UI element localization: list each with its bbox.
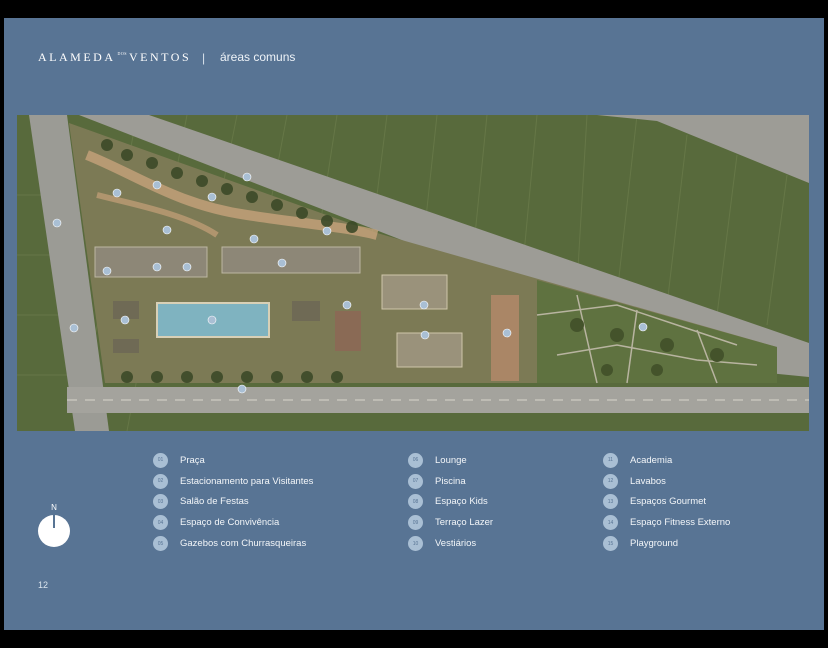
compass-needle-icon — [53, 515, 55, 528]
legend-number-badge: 11 — [603, 452, 618, 468]
legend-number-badge: 08 — [408, 494, 423, 510]
legend-column-1: 01 Praça 02 Estacionamento para Visitant… — [153, 450, 313, 554]
legend-label: Playground — [630, 538, 679, 550]
legend-label: Espaço Fitness Externo — [630, 517, 731, 529]
legend-item: 09 Terraço Lazer — [408, 512, 493, 533]
legend-number-badge: 14 — [603, 515, 618, 531]
legend-number-badge: 06 — [408, 452, 423, 468]
legend-item: 05 Gazebos com Churrasqueiras — [153, 533, 313, 554]
site-plan-image — [17, 115, 809, 431]
legend-label: Espaços Gourmet — [630, 496, 707, 508]
legend-number-badge: 05 — [153, 536, 168, 552]
legend-number-badge: 15 — [603, 536, 618, 552]
legend-label: Salão de Festas — [180, 496, 249, 508]
legend-label: Praça — [180, 454, 205, 466]
legend-item: 06 Lounge — [408, 450, 493, 471]
legend-label: Vestiários — [435, 538, 477, 550]
legend-label: Terraço Lazer — [435, 517, 494, 529]
legend-item: 04 Espaço de Convivência — [153, 512, 313, 533]
legend-item: 15 Playground — [603, 533, 730, 554]
legend-label: Lavabos — [630, 475, 666, 487]
legend-number-badge: 07 — [408, 473, 423, 489]
legend-column-2: 06 Lounge 07 Piscina 08 Espaço Kids 09 T… — [408, 450, 493, 554]
site-plan-illustration — [17, 115, 809, 431]
page-number: 12 — [38, 580, 49, 590]
legend-label: Espaço de Convivência — [180, 517, 280, 529]
brochure-page: ALAMEDA DOS VENTOS | áreas comuns 01 Pra… — [4, 18, 824, 630]
legend-number-badge: 09 — [408, 515, 423, 531]
legend-number-badge: 03 — [153, 494, 168, 510]
legend-label: Lounge — [435, 454, 467, 466]
legend-item: 02 Estacionamento para Visitantes — [153, 471, 313, 492]
legend-label: Espaço Kids — [435, 496, 488, 508]
legend-item: 01 Praça — [153, 450, 313, 471]
legend-number-badge: 01 — [153, 452, 168, 468]
legend-label: Piscina — [435, 475, 466, 487]
legend-item: 14 Espaço Fitness Externo — [603, 512, 730, 533]
legend-item: 11 Academia — [603, 450, 730, 471]
legend-number-badge: 02 — [153, 473, 168, 489]
north-compass: N — [38, 503, 70, 547]
brand-word-alameda: ALAMEDA — [38, 50, 116, 64]
legend-number-badge: 10 — [408, 536, 423, 552]
brand-logo: ALAMEDA DOS VENTOS — [38, 50, 191, 65]
legend-number-badge: 04 — [153, 515, 168, 531]
legend-item: 07 Piscina — [408, 471, 493, 492]
legend-item: 13 Espaços Gourmet — [603, 492, 730, 513]
legend-label: Estacionamento para Visitantes — [180, 475, 314, 487]
legend-item: 08 Espaço Kids — [408, 492, 493, 513]
compass-north-label: N — [51, 503, 57, 512]
legend-number-badge: 13 — [603, 494, 618, 510]
brand-word-ventos: VENTOS — [129, 50, 192, 64]
legend-number-badge: 12 — [603, 473, 618, 489]
brand-word-dos: DOS — [117, 51, 128, 56]
legend-item: 10 Vestiários — [408, 533, 493, 554]
header-separator: | — [202, 51, 206, 65]
legend-column-3: 11 Academia 12 Lavabos 13 Espaços Gourme… — [603, 450, 730, 554]
legend-item: 12 Lavabos — [603, 471, 730, 492]
page-subtitle: áreas comuns — [220, 50, 296, 64]
legend-label: Academia — [630, 454, 673, 466]
legend-label: Gazebos com Churrasqueiras — [180, 538, 307, 550]
legend-item: 03 Salão de Festas — [153, 492, 313, 513]
